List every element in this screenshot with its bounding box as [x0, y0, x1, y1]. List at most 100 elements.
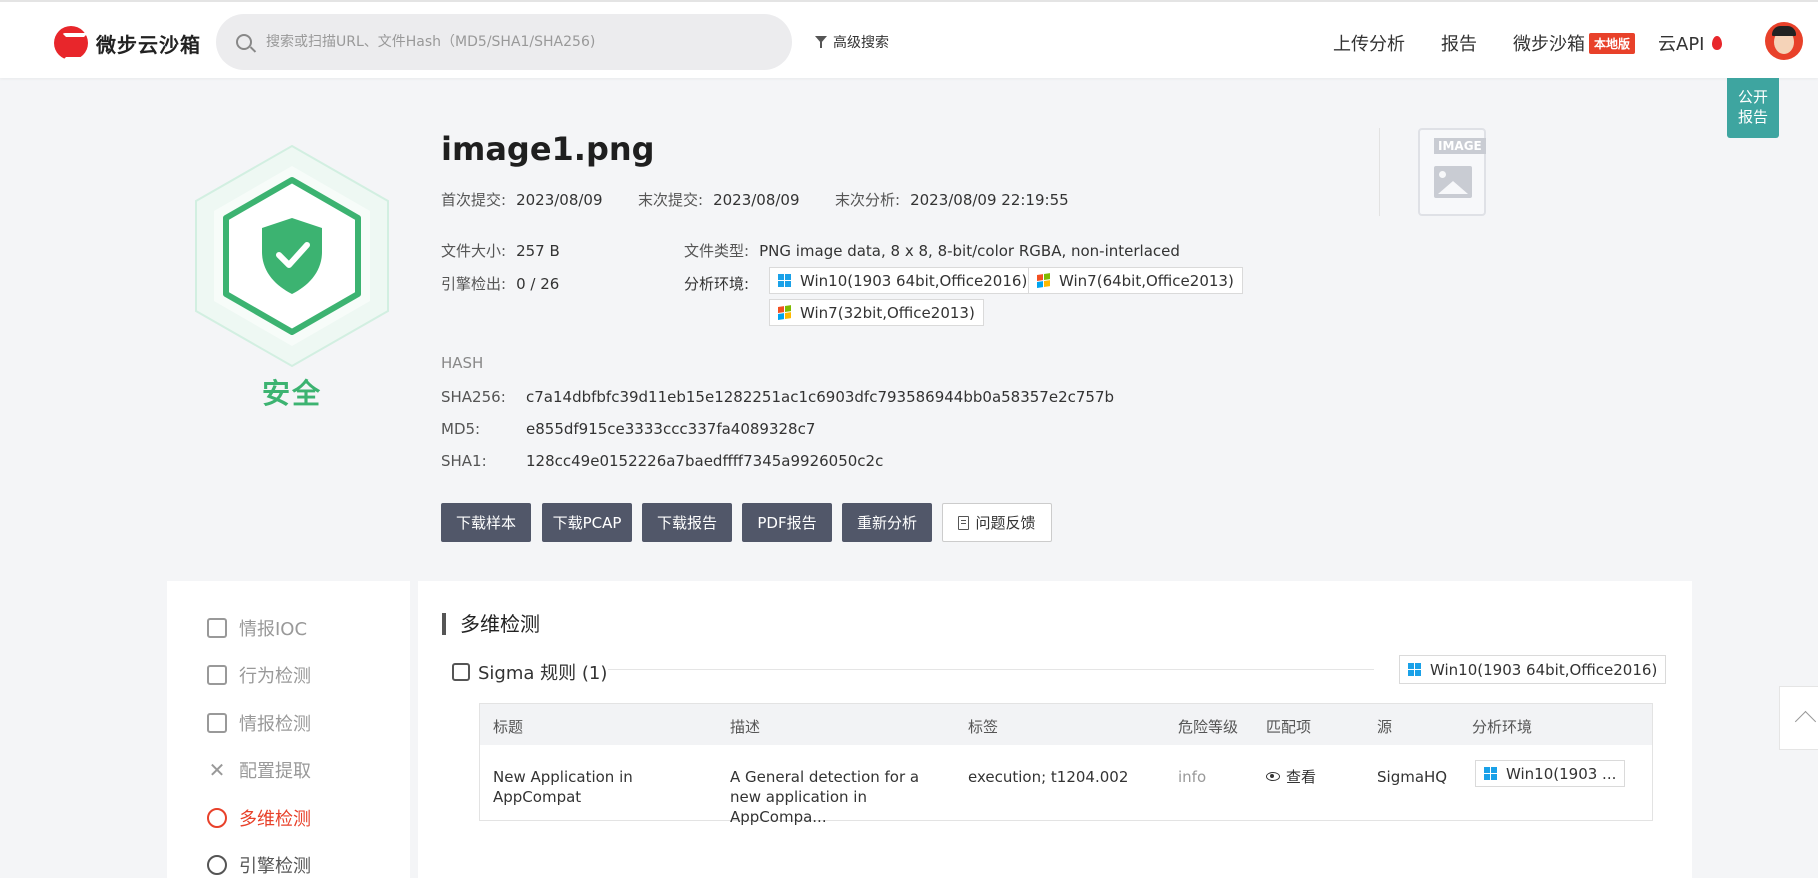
col-title: 标题: [493, 718, 524, 736]
sidebar-item-ioc[interactable]: 情报IOC: [207, 615, 307, 641]
feedback-button[interactable]: 问题反馈: [942, 503, 1052, 542]
file-size: 文件大小: 257 B: [441, 240, 560, 261]
hash-heading: HASH: [441, 354, 484, 372]
file-type-thumbnail: IMAGE: [1418, 128, 1486, 216]
search-input[interactable]: [266, 34, 766, 50]
download-pcap-button[interactable]: 下载PCAP: [542, 503, 632, 542]
last-analysis-value: 2023/08/09 22:19:55: [910, 191, 1069, 209]
last-submit-value: 2023/08/09: [713, 191, 800, 209]
sidebar: 情报IOC 行为检测 情报检测 ✕ 配置提取 多维检测 引擎检测: [167, 581, 410, 878]
env-chip-label: Win7(64bit,Office2013): [1059, 271, 1234, 290]
engine-detection-label: 引擎检出:: [441, 275, 507, 293]
last-submit: 末次提交: 2023/08/09: [638, 189, 800, 210]
fire-icon: [1712, 36, 1723, 50]
col-desc: 描述: [730, 718, 761, 736]
windows7-icon: [778, 304, 792, 321]
col-source: 源: [1377, 718, 1393, 736]
rule-level: info: [1178, 768, 1207, 786]
file-type-tag: IMAGE: [1434, 138, 1486, 154]
rule-source: SigmaHQ: [1377, 768, 1448, 786]
file-type-value: PNG image data, 8 x 8, 8-bit/color RGBA,…: [759, 242, 1180, 260]
download-sample-button[interactable]: 下载样本: [441, 503, 531, 542]
nav-sandbox-label: 微步沙箱: [1513, 34, 1585, 55]
sidebar-item-engine[interactable]: 引擎检测: [207, 852, 311, 878]
public-report-line2: 报告: [1737, 108, 1768, 126]
sidebar-item-label: 多维检测: [239, 809, 311, 830]
top-bar: 微步云沙箱 高级搜索 上传分析 报告 微步沙箱本地版 云API: [0, 0, 1818, 78]
windows10-icon: [778, 273, 792, 288]
filter-icon: [815, 36, 827, 48]
env-chip-label: Win10(1903 64bit,Office2016): [1430, 660, 1658, 679]
main-panel: 多维检测 Sigma 规则 (1) Win10(1903 64bit,Offic…: [418, 581, 1692, 878]
windows10-icon: [1484, 766, 1498, 781]
first-submit: 首次提交: 2023/08/09: [441, 189, 603, 210]
question-icon: [207, 855, 227, 875]
view-match-label: 查看: [1286, 768, 1317, 786]
avatar[interactable]: [1765, 22, 1803, 60]
safe-shield-graphic: [192, 142, 392, 372]
file-name: image1.png: [441, 130, 655, 168]
document-icon: [958, 515, 970, 530]
env-chip-win7-32[interactable]: Win7(32bit,Office2013): [769, 299, 984, 326]
env-chip-label: Win7(32bit,Office2013): [800, 303, 975, 322]
env-chip-win10[interactable]: Win10(1903 64bit,Office2016): [769, 267, 1037, 294]
public-report-button[interactable]: 公开 报告: [1727, 78, 1779, 138]
first-submit-label: 首次提交:: [441, 191, 507, 209]
eye-icon: [1266, 772, 1280, 781]
hash-label: SHA256:: [441, 388, 506, 406]
sidebar-item-label: 情报IOC: [239, 619, 308, 640]
scroll-to-top-button[interactable]: [1779, 686, 1818, 750]
search-icon: [236, 34, 252, 50]
local-version-badge: 本地版: [1589, 33, 1636, 54]
divider: [1379, 128, 1380, 216]
logo-icon: [54, 26, 88, 61]
sidebar-item-intel[interactable]: 情报检测: [207, 710, 311, 736]
engine-detection-value: 0 / 26: [516, 275, 560, 293]
env-chip-win7-64[interactable]: Win7(64bit,Office2013): [1028, 267, 1243, 294]
sidebar-item-multi-detection[interactable]: 多维检测: [207, 805, 311, 831]
logo-text: 微步云沙箱: [96, 32, 201, 57]
logo[interactable]: 微步云沙箱: [54, 26, 201, 61]
first-submit-value: 2023/08/09: [516, 191, 603, 209]
search-box[interactable]: [216, 14, 792, 70]
divider: [608, 669, 1374, 670]
hash-row-md5: MD5: e855df915ce3333ccc337fa4089328c7: [441, 420, 815, 438]
nav-upload[interactable]: 上传分析: [1333, 30, 1405, 56]
row-env-chip[interactable]: Win10(1903 ...: [1475, 760, 1626, 787]
sigma-env-chip[interactable]: Win10(1903 64bit,Office2016): [1399, 655, 1667, 684]
table-header: 标题 描述 标签 危险等级 匹配项 源 分析环境: [480, 704, 1652, 745]
sidebar-item-config[interactable]: ✕ 配置提取: [207, 757, 311, 783]
nav-sandbox[interactable]: 微步沙箱 本地版: [1513, 30, 1636, 56]
chart-icon: [207, 665, 227, 685]
file-type: 文件类型: PNG image data, 8 x 8, 8-bit/color …: [684, 240, 1180, 261]
section-title: 多维检测: [442, 613, 540, 635]
verdict-label: 安全: [262, 377, 323, 410]
download-report-button[interactable]: 下载报告: [642, 503, 732, 542]
hash-row-sha256: SHA256: c7a14dbfbfc39d11eb15e1282251ac1c6…: [441, 388, 1114, 406]
feedback-label: 问题反馈: [975, 514, 1036, 532]
rules-icon: [452, 663, 470, 681]
sigma-table: 标题 描述 标签 危险等级 匹配项 源 分析环境 New Application…: [479, 703, 1653, 826]
sidebar-item-behavior[interactable]: 行为检测: [207, 662, 311, 688]
hash-row-sha1: SHA1: 128cc49e0152226a7baedffff7345a99260…: [441, 452, 883, 470]
sigma-header[interactable]: Sigma 规则 (1): [452, 659, 607, 685]
engine-detection: 引擎检出: 0 / 26: [441, 273, 559, 294]
env-chip-label: Win10(1903 64bit,Office2016): [800, 271, 1028, 290]
view-match-link[interactable]: 查看: [1266, 767, 1316, 787]
reanalyze-button[interactable]: 重新分析: [842, 503, 932, 542]
radar-icon: [207, 808, 227, 828]
sidebar-item-label: 情报检测: [239, 714, 311, 735]
rule-title: New Application in AppCompat: [493, 768, 633, 806]
hash-label: SHA1:: [441, 452, 487, 470]
windows10-icon: [1408, 662, 1422, 677]
col-env: 分析环境: [1472, 718, 1533, 736]
env-chip-label: Win10(1903 ...: [1506, 764, 1617, 783]
nav-cloud-api[interactable]: 云API: [1658, 30, 1723, 56]
edit-icon: [207, 618, 227, 638]
rule-tags: execution; t1204.002: [968, 768, 1129, 786]
last-analysis: 末次分析: 2023/08/09 22:19:55: [835, 189, 1069, 210]
windows7-icon: [1037, 272, 1051, 289]
advanced-search-link[interactable]: 高级搜索: [815, 32, 889, 52]
pdf-report-button[interactable]: PDF报告: [742, 503, 832, 542]
nav-report[interactable]: 报告: [1441, 30, 1477, 56]
